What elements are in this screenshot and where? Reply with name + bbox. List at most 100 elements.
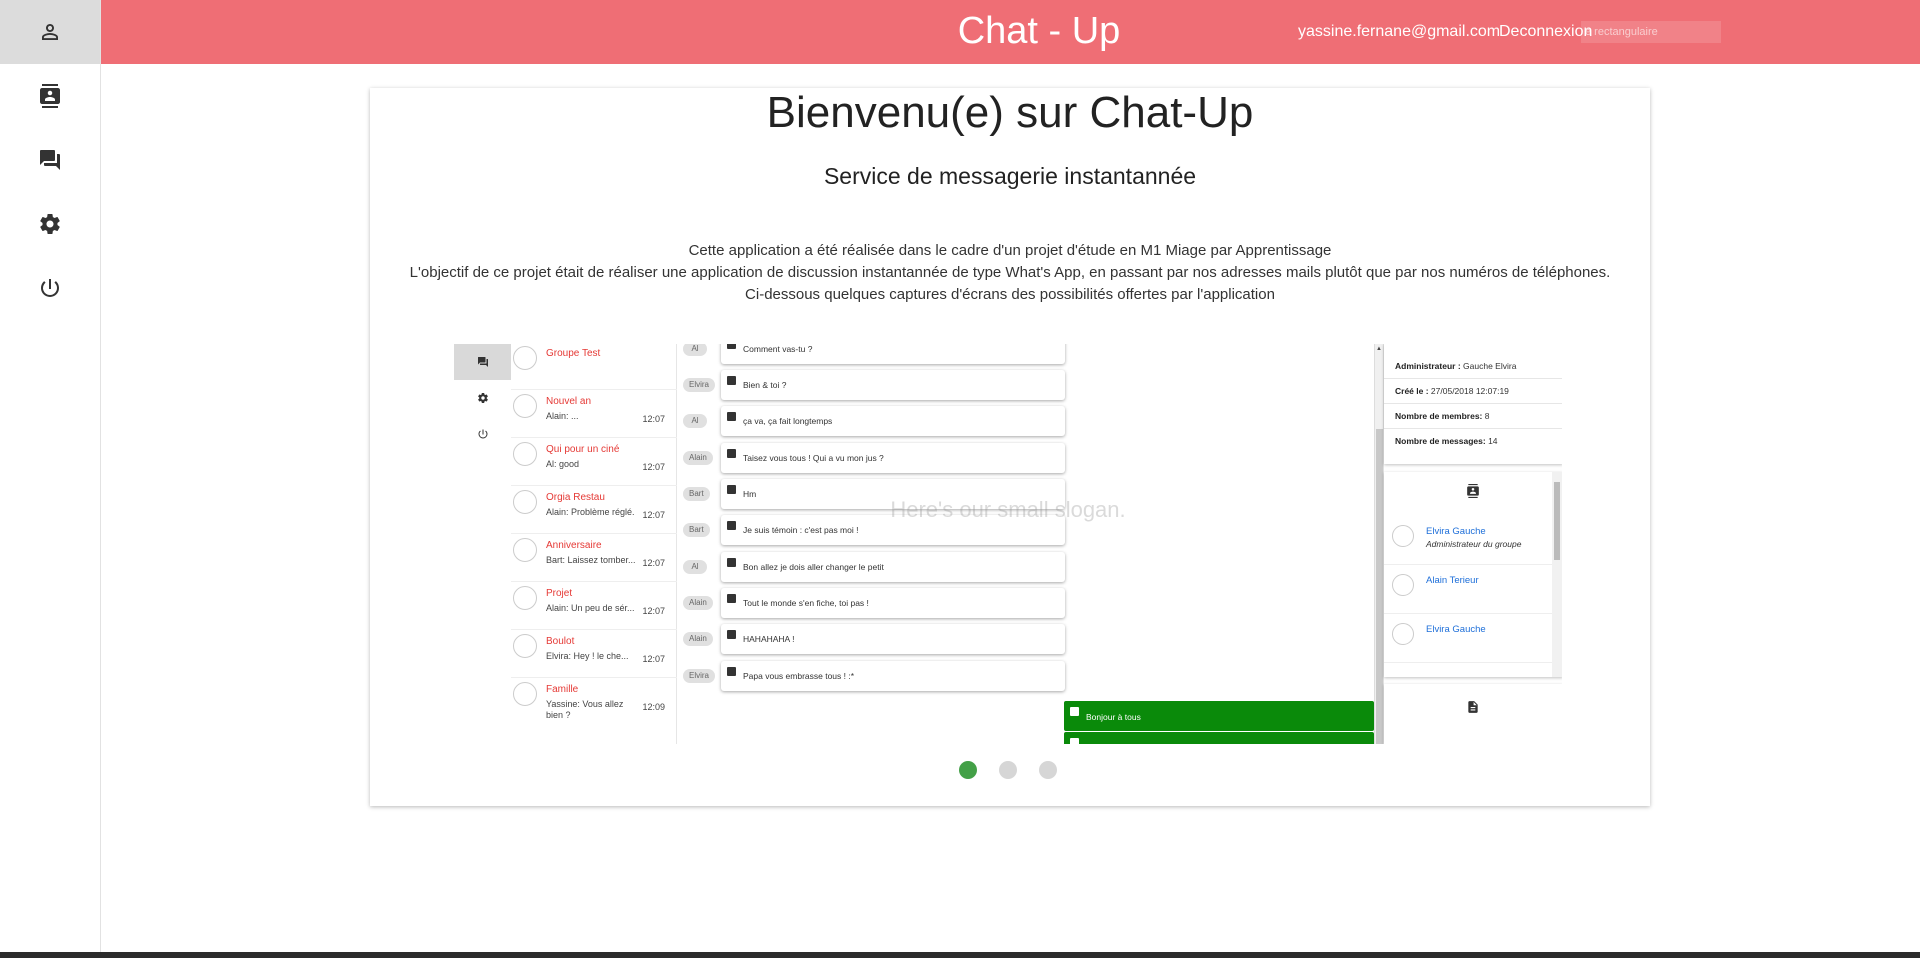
member-scrollbar xyxy=(1552,472,1562,677)
conversation-name: Boulot xyxy=(546,636,575,647)
welcome-card: Bienvenu(e) sur Chat-Up Service de messa… xyxy=(370,88,1650,806)
info-value: Gauche Elvira xyxy=(1463,361,1517,371)
conversation-preview: Bart: Laissez tomber... xyxy=(546,555,636,565)
sidebar-item-contacts[interactable] xyxy=(0,64,100,128)
info-row-messages: Nombre de messages: 14 xyxy=(1384,429,1562,454)
overlay-text-field[interactable] xyxy=(1581,21,1721,43)
message-sender: Al xyxy=(683,560,707,574)
avatar xyxy=(513,682,537,706)
preview-group-info: Administrateur : Gauche Elvira Créé le :… xyxy=(1383,344,1562,744)
message-text: Comment vas-tu ? xyxy=(743,344,813,354)
contact-icon xyxy=(727,449,736,458)
message: Al ça va, ça fait longtemps xyxy=(677,406,1157,438)
message-text: Hm xyxy=(743,489,757,499)
member-name: Elvira Gauche xyxy=(1426,526,1486,537)
preview-scrollbar: ▲ xyxy=(1374,344,1383,744)
avatar xyxy=(513,490,537,514)
contact-icon xyxy=(727,412,736,421)
sidebar-item-power[interactable] xyxy=(0,256,100,320)
carousel-dot-2[interactable] xyxy=(999,761,1017,779)
message: Bart Je suis témoin : c'est pas moi ! xyxy=(677,515,1157,547)
message-bubble: Bien & toi ? xyxy=(721,370,1065,400)
member-name: Elvira Gauche xyxy=(1426,624,1486,635)
member-list: Elvira Gauche Administrateur du groupe A… xyxy=(1384,472,1562,677)
message-bubble: Je suis témoin : c'est pas moi ! xyxy=(721,515,1065,545)
list-item: Projet Alain: Un peu de sér... 12:07 xyxy=(511,582,677,630)
message-text: Papa vous embrasse tous ! :* xyxy=(743,671,855,681)
conversation-name: Groupe Test xyxy=(546,348,601,359)
conversation-time: 12:09 xyxy=(642,702,665,712)
sidebar-item-settings[interactable] xyxy=(0,192,100,256)
info-label: Nombre de membres: xyxy=(1395,411,1483,421)
carousel-dot-3[interactable] xyxy=(1039,761,1057,779)
carousel-indicators xyxy=(368,761,1648,779)
sidebar-item-profile[interactable] xyxy=(0,0,100,64)
info-label: Administrateur : xyxy=(1395,361,1461,371)
message: Elvira Bien & toi ? xyxy=(677,370,1157,402)
message: Bart Hm xyxy=(677,479,1157,511)
message-bubble: Comment vas-tu ? xyxy=(721,344,1065,364)
message-sender: Elvira xyxy=(683,669,716,683)
contact-icon xyxy=(727,667,736,676)
message-text: Bien & toi ? xyxy=(743,380,787,390)
files-panel xyxy=(1384,684,1562,744)
description-line: Cette application a été réalisée dans le… xyxy=(688,242,1332,259)
preview-message-thread: Al Comment vas-tu ? Elvira Bien & toi ? … xyxy=(677,344,1383,744)
message-text: Tout le monde s'en fiche, toi pas ! xyxy=(743,598,869,608)
user-email: yassine.fernane@gmail.com xyxy=(1298,23,1501,40)
list-item: Famille Yassine: Vous allez bien ? 12:09 xyxy=(511,678,677,726)
avatar xyxy=(513,346,537,370)
group-details: Administrateur : Gauche Elvira Créé le :… xyxy=(1384,344,1562,464)
conversation-time: 12:07 xyxy=(642,558,665,568)
message-sender: Bart xyxy=(683,523,710,537)
member-item: Elvira Gauche xyxy=(1384,615,1552,663)
info-label: Nombre de messages: xyxy=(1395,436,1486,446)
forum-icon xyxy=(40,150,60,170)
message-text: ça va, ça fait longtemps xyxy=(743,416,833,426)
message-sender: Al xyxy=(683,344,707,356)
conversation-time: 12:07 xyxy=(642,462,665,472)
page-subtitle: Service de messagerie instantannée xyxy=(823,163,1197,189)
conversation-preview: Al: good xyxy=(546,459,580,469)
bottom-strip xyxy=(0,952,1920,958)
list-item: Nouvel an Alain: ... 12:07 xyxy=(511,390,677,438)
info-row-created: Créé le : 27/05/2018 12:07:19 xyxy=(1384,379,1562,404)
avatar xyxy=(513,394,537,418)
message: Alain HAHAHAHA ! xyxy=(677,624,1157,656)
contact-icon xyxy=(727,521,736,530)
carousel-dot-1[interactable] xyxy=(959,761,977,779)
description: Cette application a été réalisée dans le… xyxy=(370,240,1650,306)
message-sender: Alain xyxy=(683,632,713,646)
message-bubble: ça va, ça fait longtemps xyxy=(721,406,1065,436)
info-row-members: Nombre de membres: 8 xyxy=(1384,404,1562,429)
avatar xyxy=(513,586,537,610)
conversation-name: Famille xyxy=(546,684,579,695)
description-line: L'objectif de ce projet était de réalise… xyxy=(409,264,1611,281)
message: Alain Tout le monde s'en fiche, toi pas … xyxy=(677,588,1157,620)
sidebar-item-conversations[interactable] xyxy=(0,128,100,192)
preview-nav-conversations xyxy=(454,344,511,380)
scrollbar-thumb xyxy=(1554,482,1560,560)
message-sender: Alain xyxy=(683,596,713,610)
logout-link[interactable]: Deconnexion xyxy=(1499,23,1592,41)
message-bubble: HAHAHAHA ! xyxy=(721,624,1065,654)
list-item: Orgia Restau Alain: Problème réglé. 12:0… xyxy=(511,486,677,534)
contacts-icon xyxy=(1467,484,1479,498)
conversation-name: Projet xyxy=(546,588,573,599)
conversation-name: Anniversaire xyxy=(546,540,602,551)
info-label: Créé le : xyxy=(1395,386,1429,396)
preview-nav-settings xyxy=(454,380,511,416)
my-message-bubble xyxy=(1064,732,1374,744)
message-sender: Al xyxy=(683,414,707,428)
conversation-name: Nouvel an xyxy=(546,396,592,407)
message: Elvira Papa vous embrasse tous ! :* xyxy=(677,661,1157,693)
settings-gear-icon xyxy=(40,213,60,234)
avatar xyxy=(1392,525,1414,547)
list-item: Groupe Test xyxy=(511,344,677,390)
list-item: Qui pour un ciné Al: good 12:07 xyxy=(511,438,677,486)
contact-icon xyxy=(727,485,736,494)
avatar xyxy=(513,442,537,466)
contact-icon xyxy=(727,594,736,603)
carousel-slide-image: Groupe Test Nouvel an Alain: ... 12:07 Q… xyxy=(454,344,1562,744)
message-sender: Elvira xyxy=(683,378,716,392)
